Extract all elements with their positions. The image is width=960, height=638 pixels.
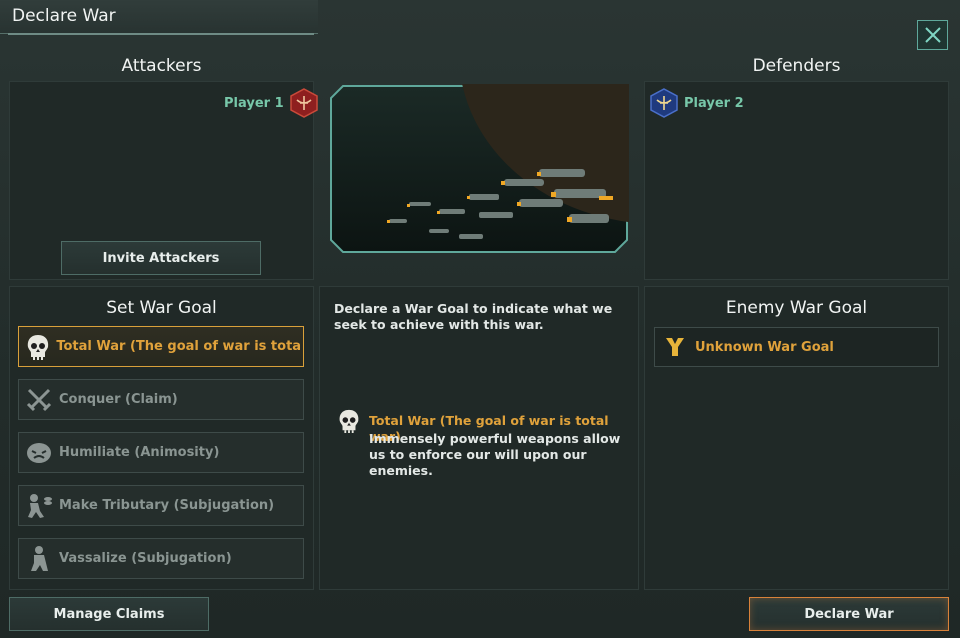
war-goal-make-tributary[interactable]: Make Tributary (Subjugation) <box>18 485 304 526</box>
war-goal-label: Total War (The goal of war is tota ... <box>56 339 303 354</box>
red-empire-emblem-icon <box>289 88 318 118</box>
declare-war-window: Declare War Attackers Player 1 Invite At… <box>0 0 960 638</box>
war-goal-total-war[interactable]: Total War (The goal of war is tota ... <box>18 326 304 367</box>
kneel-tribute-icon <box>19 486 59 526</box>
defenders-heading: Defenders <box>752 56 841 76</box>
enemy-war-goal-label: Unknown War Goal <box>695 339 834 355</box>
war-scene-image <box>329 0 889 264</box>
description-goal-text: Immensely powerful weapons allow us to e… <box>369 431 621 478</box>
war-goal-humiliate[interactable]: Humiliate (Animosity) <box>18 432 304 473</box>
manage-claims-button[interactable]: Manage Claims <box>9 597 209 631</box>
attacker-player-name: Player 1 <box>224 95 284 111</box>
description-intro: Declare a War Goal to indicate what we s… <box>334 301 613 332</box>
war-goal-label: Conquer (Claim) <box>59 392 178 407</box>
war-goal-label: Make Tributary (Subjugation) <box>59 498 275 513</box>
crossed-swords-icon <box>19 380 59 420</box>
defender-player-name: Player 2 <box>684 95 744 111</box>
war-goal-vassalize[interactable]: Vassalize (Subjugation) <box>18 538 304 579</box>
humiliate-icon <box>19 433 59 473</box>
war-goal-label: Humiliate (Animosity) <box>59 445 220 460</box>
attacker-player[interactable]: Player 1 <box>224 88 318 118</box>
defender-player[interactable]: Player 2 <box>650 88 744 118</box>
skull-icon <box>19 327 56 367</box>
unknown-goal-icon <box>655 327 695 367</box>
close-button[interactable] <box>917 20 948 50</box>
blue-empire-emblem-icon <box>650 88 678 118</box>
close-icon <box>924 27 941 43</box>
window-title: Declare War <box>12 6 116 26</box>
enemy-war-goal-item: Unknown War Goal <box>654 327 939 367</box>
description-skull-icon <box>337 407 361 439</box>
attackers-heading: Attackers <box>121 56 202 76</box>
set-war-goal-heading: Set War Goal <box>106 298 217 318</box>
title-bar: Declare War <box>0 0 318 35</box>
enemy-war-goal-heading: Enemy War Goal <box>725 298 868 318</box>
war-goal-label: Vassalize (Subjugation) <box>59 551 232 566</box>
invite-attackers-button[interactable]: Invite Attackers <box>61 241 261 275</box>
kneel-icon <box>19 539 59 579</box>
declare-war-button[interactable]: Declare War <box>749 597 949 631</box>
war-goal-conquer[interactable]: Conquer (Claim) <box>18 379 304 420</box>
